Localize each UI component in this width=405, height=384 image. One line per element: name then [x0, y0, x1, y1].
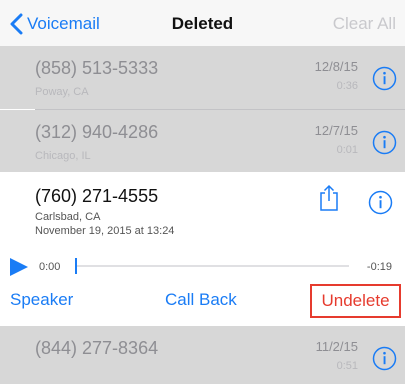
remaining-time: -0:19	[366, 261, 392, 273]
voicemail-date: 12/8/15	[314, 59, 358, 74]
info-icon[interactable]	[372, 130, 397, 155]
voicemail-date: 11/2/15	[315, 339, 358, 354]
voicemail-duration: 0:51	[336, 360, 358, 372]
voicemail-date: 12/7/15	[314, 123, 358, 138]
voicemail-row[interactable]: (312) 940-4286 Chicago, IL 12/7/15 0:01	[0, 110, 405, 172]
phone-number: (760) 271-4555	[35, 186, 159, 206]
playback-progress-bar[interactable]	[77, 265, 349, 267]
info-icon[interactable]	[372, 66, 397, 91]
info-icon[interactable]	[368, 190, 393, 215]
clear-all-button[interactable]: Clear All	[333, 14, 396, 34]
phone-number: (858) 513-5333	[35, 58, 159, 78]
navigation-bar: Voicemail Deleted Clear All	[0, 0, 405, 46]
phone-number: (312) 940-4286	[35, 122, 159, 142]
call-back-button[interactable]: Call Back	[165, 290, 237, 310]
voicemail-duration: 0:36	[336, 80, 358, 92]
speaker-button[interactable]: Speaker	[10, 290, 73, 310]
info-icon[interactable]	[372, 346, 397, 371]
share-icon[interactable]	[318, 184, 340, 212]
caller-location: Carlsbad, CA	[35, 211, 101, 223]
selected-voicemail: (760) 271-4555 Carlsbad, CA November 19,…	[0, 172, 405, 326]
caller-location: Chicago, IL	[35, 150, 91, 162]
voicemail-row[interactable]: (844) 277-8364 11/2/15 0:51	[0, 326, 405, 384]
voicemail-row[interactable]: (858) 513-5333 Poway, CA 12/8/15 0:36	[0, 46, 405, 109]
caller-location: Poway, CA	[35, 86, 89, 98]
play-icon[interactable]	[9, 257, 29, 277]
voicemail-duration: 0:01	[336, 144, 358, 156]
phone-number: (844) 277-8364	[35, 338, 159, 358]
elapsed-time: 0:00	[39, 261, 61, 273]
undelete-button[interactable]: Undelete	[310, 284, 401, 318]
voicemail-timestamp: November 19, 2015 at 13:24	[35, 225, 175, 237]
